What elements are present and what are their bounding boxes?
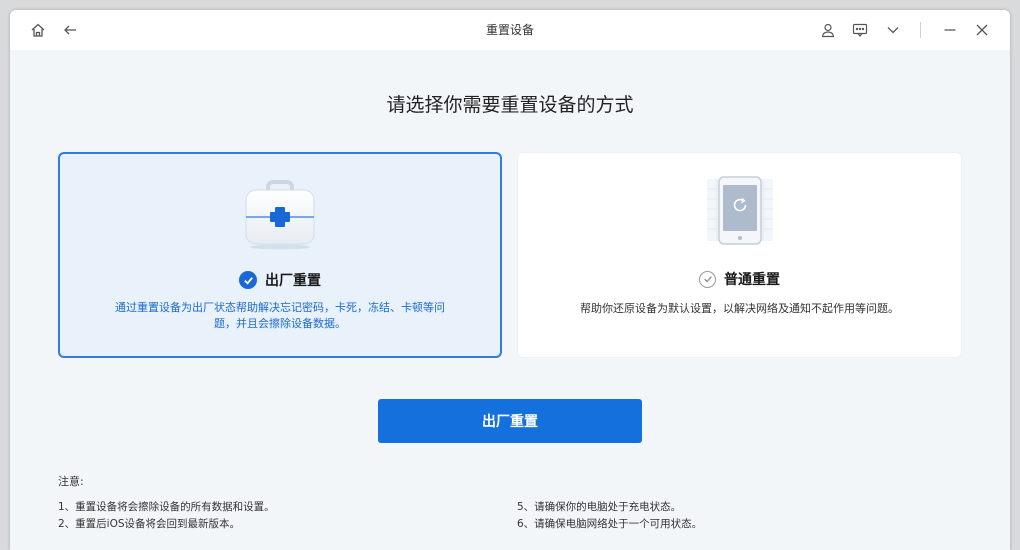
- note-item: 5、请确保你的电脑处于充电状态。: [517, 501, 682, 513]
- home-icon[interactable]: [28, 20, 48, 40]
- phone-reset-icon: [705, 173, 775, 249]
- note-item: 2、重置后iOS设备将会回到最新版本。: [58, 518, 241, 530]
- option-title: 出厂重置: [265, 273, 321, 289]
- feedback-icon[interactable]: [850, 20, 870, 40]
- factory-reset-button[interactable]: 出厂重置: [378, 399, 642, 443]
- option-description: 帮助你还原设备为默认设置，以解决网络及通知不起作用等问题。: [580, 302, 899, 315]
- user-icon[interactable]: [818, 20, 838, 40]
- option-description: 通过重置设备为出厂状态帮助解决忘记密码，卡死，冻结、卡顿等问题，并且会擦除设备数…: [115, 301, 445, 330]
- back-arrow-icon[interactable]: [60, 20, 80, 40]
- option-card-factory-reset[interactable]: 出厂重置 通过重置设备为出厂状态帮助解决忘记密码，卡死，冻结、卡顿等问题，并且会…: [58, 152, 502, 358]
- close-icon[interactable]: [972, 20, 992, 40]
- title-bar: 重置设备: [10, 10, 1010, 50]
- page-heading: 请选择你需要重置设备的方式: [386, 94, 634, 116]
- unchecked-circle-icon: [699, 270, 716, 288]
- titlebar-divider: [920, 22, 921, 38]
- option-title: 普通重置: [724, 272, 780, 288]
- minimize-icon[interactable]: [940, 20, 960, 40]
- option-card-standard-reset[interactable]: 普通重置 帮助你还原设备为默认设置，以解决网络及通知不起作用等问题。: [517, 152, 962, 358]
- option-title-row: 出厂重置: [60, 270, 500, 290]
- option-title-row: 普通重置: [518, 269, 961, 289]
- note-item: 1、重置设备将会擦除设备的所有数据和设置。: [58, 501, 275, 513]
- notes-title: 注意:: [58, 475, 84, 488]
- app-window: 重置设备 请选择你需要重置设备的方式 出厂重置 通过重置设备为出厂状态帮助解决忘…: [10, 10, 1010, 550]
- first-aid-kit-icon: [240, 178, 320, 250]
- checked-circle-icon: [239, 271, 257, 289]
- chevron-down-icon[interactable]: [883, 20, 903, 40]
- note-item: 6、请确保电脑网络处于一个可用状态。: [517, 518, 703, 530]
